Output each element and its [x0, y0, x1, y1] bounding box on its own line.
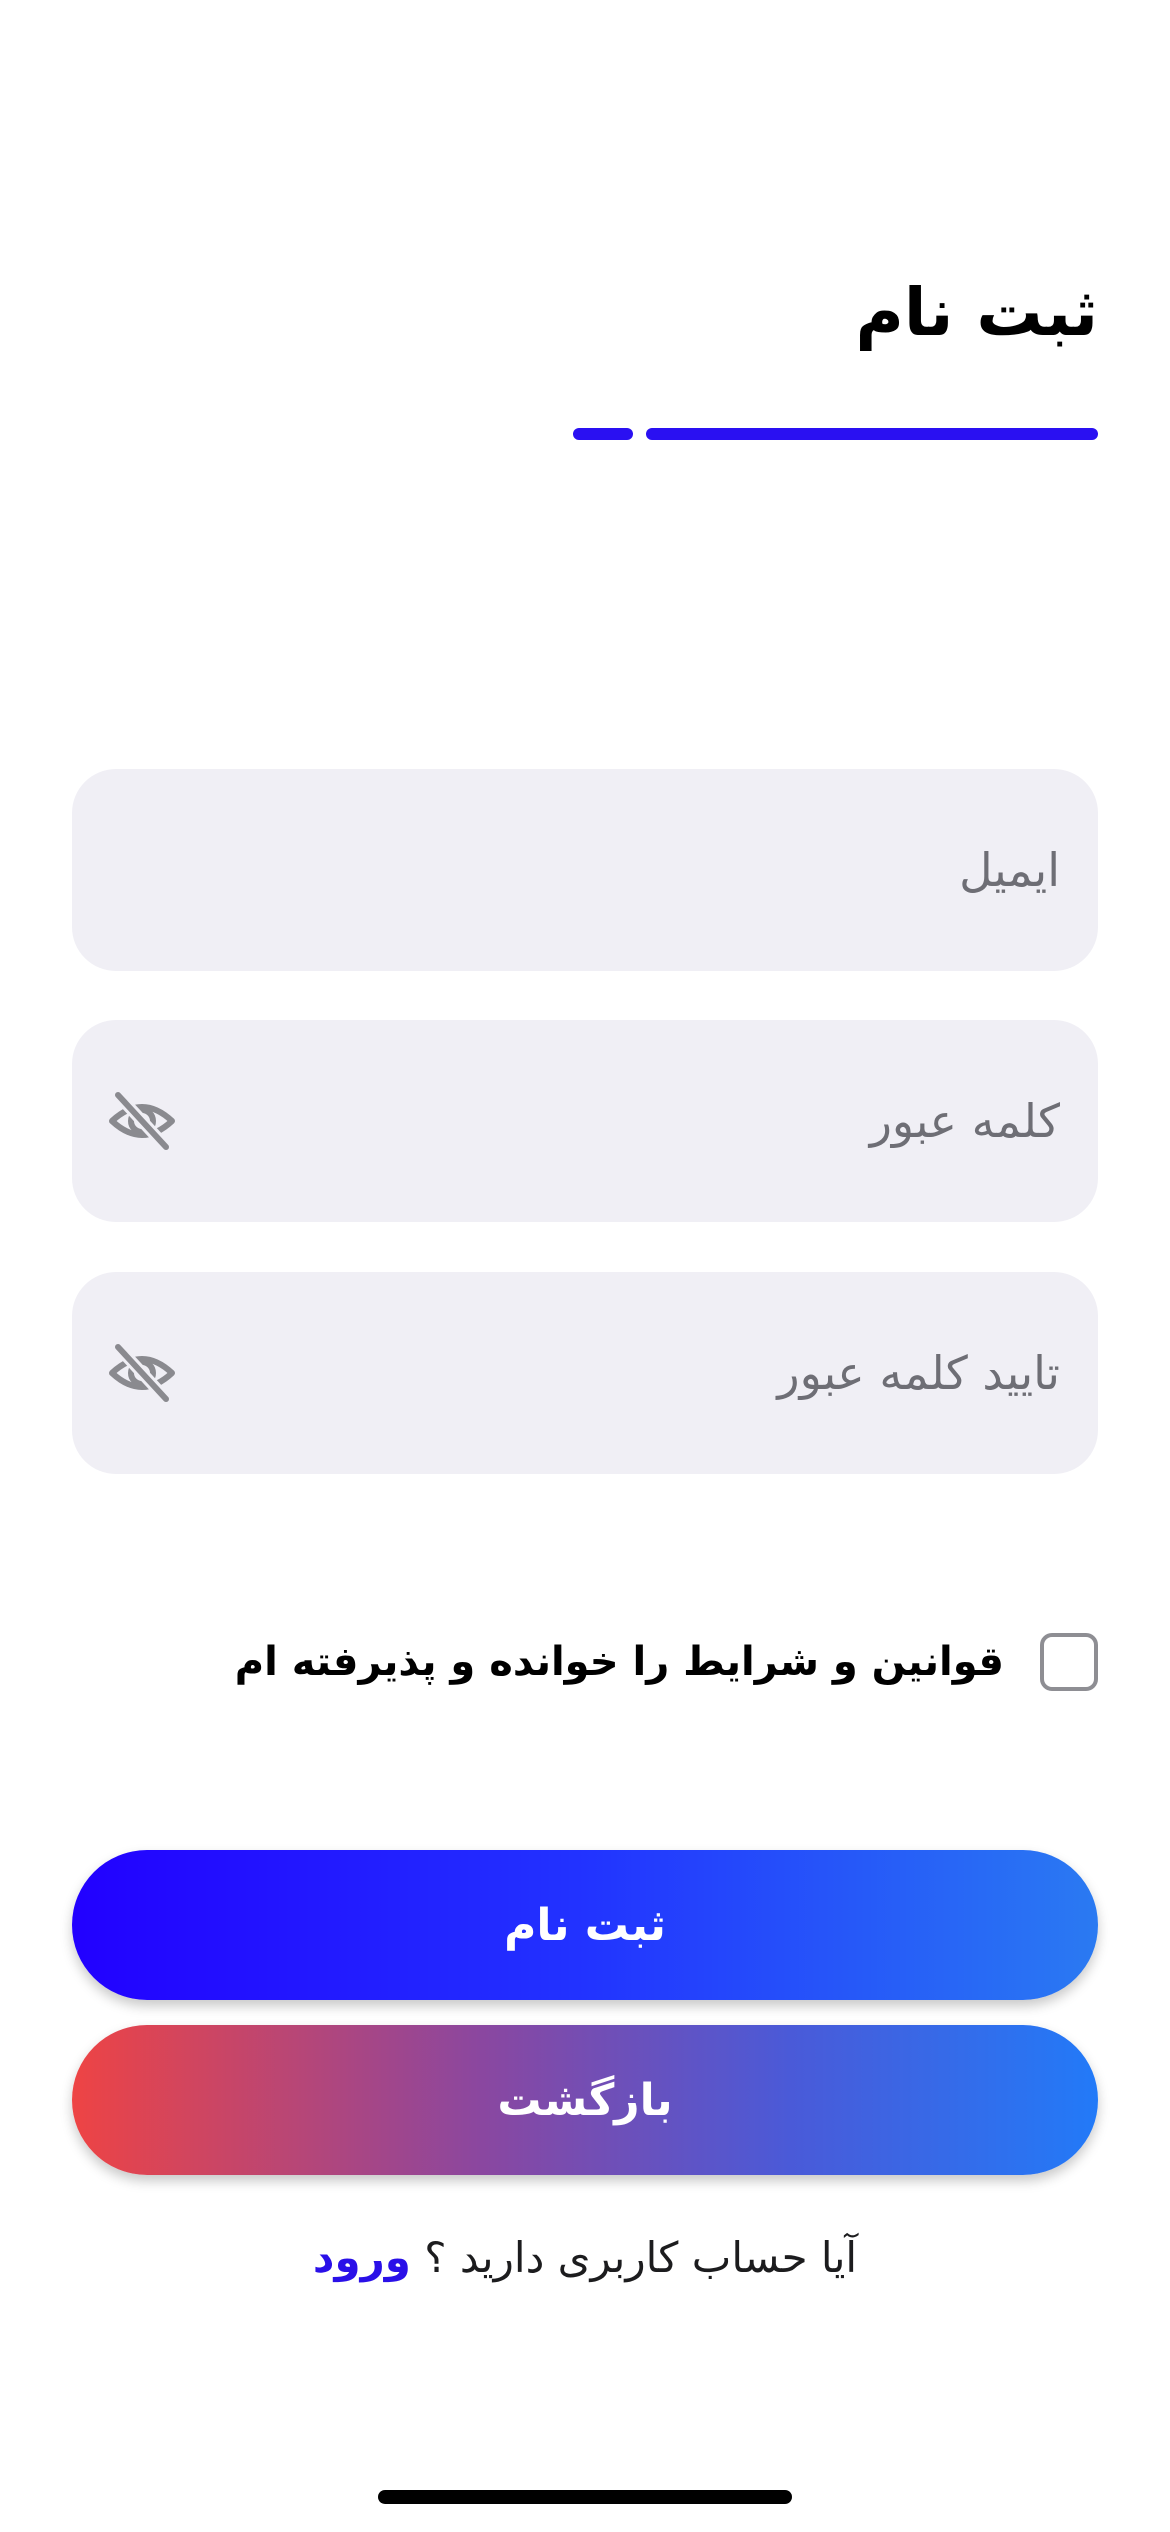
terms-label[interactable]: قوانین و شرایط را خوانده و پذیرفته ام: [235, 1639, 1004, 1685]
terms-checkbox[interactable]: [1040, 1633, 1098, 1691]
home-indicator[interactable]: [378, 2490, 792, 2504]
register-button[interactable]: ثبت نام: [72, 1850, 1098, 2000]
email-input[interactable]: [240, 769, 1060, 971]
confirm-password-input[interactable]: [240, 1272, 1060, 1474]
eye-slash-icon[interactable]: [106, 1343, 178, 1403]
login-link[interactable]: ورود: [313, 2233, 411, 2282]
register-button-label: ثبت نام: [504, 1899, 666, 1951]
terms-row: قوانین و شرایط را خوانده و پذیرفته ام: [235, 1630, 1098, 1694]
password-field[interactable]: [72, 1020, 1098, 1222]
progress-step-current: [646, 428, 1098, 440]
register-screen: ثبت نام قوانین و شرایط را خوانده و پذیرف…: [0, 0, 1170, 2532]
eye-slash-icon[interactable]: [106, 1091, 178, 1151]
login-prompt: آیا حساب کاربری دارید ؟ ورود: [0, 2228, 1170, 2288]
login-question: آیا حساب کاربری دارید ؟: [424, 2233, 858, 2282]
password-input[interactable]: [240, 1020, 1060, 1222]
back-button-label: بازگشت: [497, 2074, 673, 2126]
email-field[interactable]: [72, 769, 1098, 971]
confirm-password-field[interactable]: [72, 1272, 1098, 1474]
page-title: ثبت نام: [855, 274, 1098, 351]
back-button[interactable]: بازگشت: [72, 2025, 1098, 2175]
progress-step-remaining: [573, 428, 633, 440]
